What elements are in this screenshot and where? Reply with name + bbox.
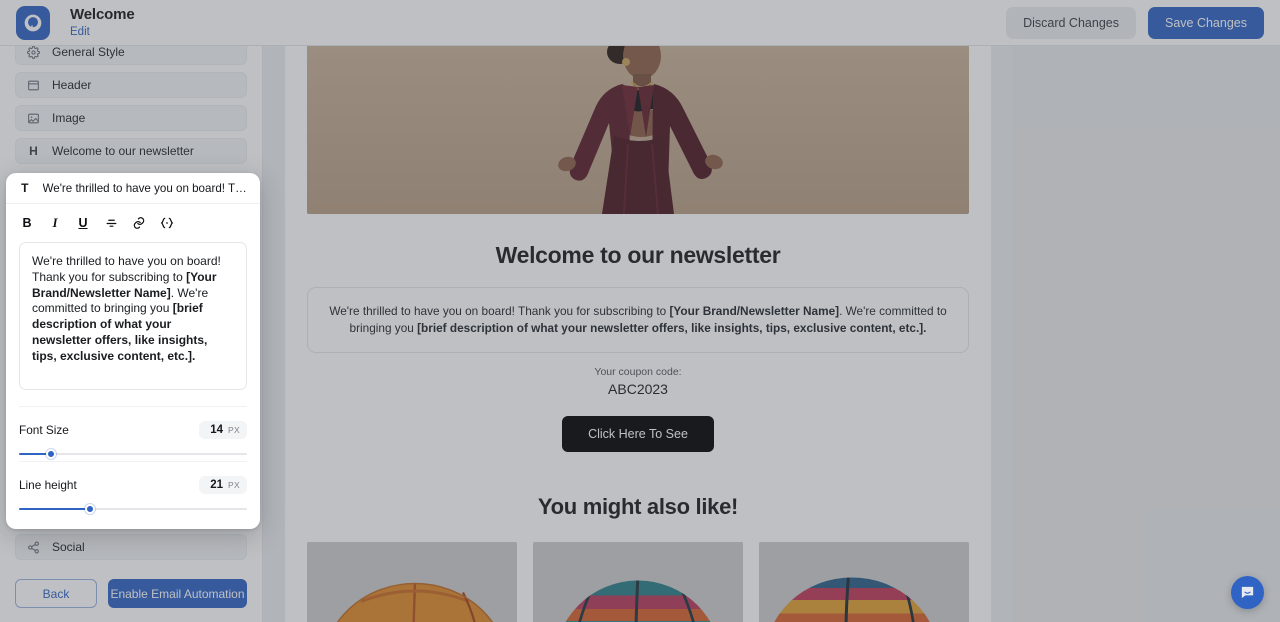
edit-title-link[interactable]: Edit (70, 26, 135, 38)
page-title: Welcome (70, 6, 135, 24)
line-height-control: Line height 21 PX (19, 461, 247, 516)
cta-container: Click Here To See (307, 416, 969, 453)
app-root: Welcome to our newsletter We're thrilled… (0, 0, 1280, 622)
top-bar-actions: Discard Changes Save Changes (1006, 6, 1264, 39)
hero-image[interactable] (307, 46, 969, 214)
share-icon (27, 541, 40, 554)
chat-launcher-button[interactable] (1231, 576, 1264, 609)
app-logo-glyph (24, 14, 42, 31)
editor-popup-header[interactable]: T We're thrilled to have you on board! T… (6, 173, 260, 204)
save-changes-button[interactable]: Save Changes (1147, 6, 1264, 39)
striped-beanie-graphic-a (533, 542, 743, 622)
gear-icon (27, 46, 40, 59)
chat-bubble-icon (1241, 586, 1254, 599)
sidebar-item-header[interactable]: Header (15, 72, 247, 98)
heading-icon: H (29, 144, 38, 158)
coupon-label: Your coupon code: (594, 366, 682, 379)
discard-changes-button[interactable]: Discard Changes (1006, 6, 1136, 39)
striped-beanie-graphic-b (759, 542, 969, 622)
line-height-head: Line height 21 PX (19, 476, 247, 494)
app-logo-icon[interactable] (16, 5, 50, 40)
sidebar-item-general-style[interactable]: General Style (15, 46, 247, 65)
font-size-value: 14 (210, 424, 224, 436)
email-document: Welcome to our newsletter We're thrilled… (285, 46, 991, 622)
cta-button[interactable]: Click Here To See (562, 416, 714, 453)
sidebar-item-label: Image (52, 111, 86, 125)
email-heading[interactable]: Welcome to our newsletter (307, 242, 969, 269)
sidebar-item-welcome-heading[interactable]: H Welcome to our newsletter (15, 138, 247, 164)
sidebar-item-label: Social (52, 540, 85, 554)
font-size-label: Font Size (19, 423, 69, 437)
line-height-unit: PX (228, 480, 240, 490)
product-image-2[interactable] (533, 542, 743, 622)
sidebar-item-label: Header (52, 78, 92, 92)
orange-beanie-graphic (307, 542, 517, 622)
strikethrough-icon[interactable] (100, 213, 122, 233)
text-block-editor-popup: T We're thrilled to have you on board! T… (6, 173, 260, 529)
sidebar-item-image[interactable]: Image (15, 105, 247, 131)
sidebar-item-social[interactable]: Social (15, 534, 247, 560)
font-size-unit: PX (228, 425, 240, 435)
font-size-slider[interactable] (19, 447, 247, 461)
products-heading[interactable]: You might also like! (307, 494, 969, 520)
font-size-control: Font Size 14 PX (19, 406, 247, 461)
right-rail (1013, 46, 1280, 622)
product-grid (307, 542, 969, 622)
enable-email-automation-button[interactable]: Enable Email Automation (108, 579, 247, 608)
line-height-slider-thumb[interactable] (84, 504, 95, 514)
product-image-1[interactable] (307, 542, 517, 622)
sidebar-item-label: General Style (52, 46, 125, 59)
font-size-value-box[interactable]: 14 PX (199, 421, 247, 439)
sidebar-item-label: Welcome to our newsletter (52, 144, 194, 158)
top-bar: Welcome Edit Discard Changes Save Change… (0, 0, 1280, 46)
rich-text-toolbar: B I U (6, 204, 260, 240)
header-block-icon (27, 79, 40, 92)
text-icon: T (21, 181, 29, 195)
popup-bottom-padding (6, 516, 260, 529)
email-preview-canvas[interactable]: Welcome to our newsletter We're thrilled… (263, 46, 1013, 622)
email-paragraph-block[interactable]: We're thrilled to have you on board! Tha… (307, 287, 969, 354)
paragraph-bold-2: [brief description of what your newslett… (417, 321, 927, 336)
font-size-head: Font Size 14 PX (19, 421, 247, 439)
line-height-slider-fill (19, 508, 90, 510)
link-icon[interactable] (128, 213, 150, 233)
back-button[interactable]: Back (15, 579, 97, 608)
bold-icon[interactable]: B (16, 213, 38, 233)
document-title-block: Welcome Edit (70, 7, 135, 38)
font-size-slider-thumb[interactable] (45, 449, 56, 459)
line-height-value-box[interactable]: 21 PX (199, 476, 247, 494)
paragraph-bold-1: [Your Brand/Newsletter Name] (669, 304, 840, 318)
line-height-label: Line height (19, 478, 77, 492)
sidebar-footer: Back Enable Email Automation (0, 567, 262, 622)
hero-image-graphic (307, 46, 969, 214)
product-image-3[interactable] (759, 542, 969, 622)
rich-text-editor-input[interactable]: We're thrilled to have you on board! Tha… (19, 242, 247, 390)
italic-icon[interactable]: I (44, 213, 66, 233)
line-height-slider[interactable] (19, 502, 247, 516)
paragraph-part-1: We're thrilled to have you on board! Tha… (329, 304, 670, 318)
code-icon[interactable] (156, 213, 178, 233)
underline-icon[interactable]: U (72, 213, 94, 233)
editor-popup-title: We're thrilled to have you on board! Tha… (42, 181, 247, 195)
line-height-value: 21 (210, 479, 224, 491)
coupon-code[interactable]: ABC2023 (307, 381, 969, 397)
image-block-icon (27, 112, 40, 125)
